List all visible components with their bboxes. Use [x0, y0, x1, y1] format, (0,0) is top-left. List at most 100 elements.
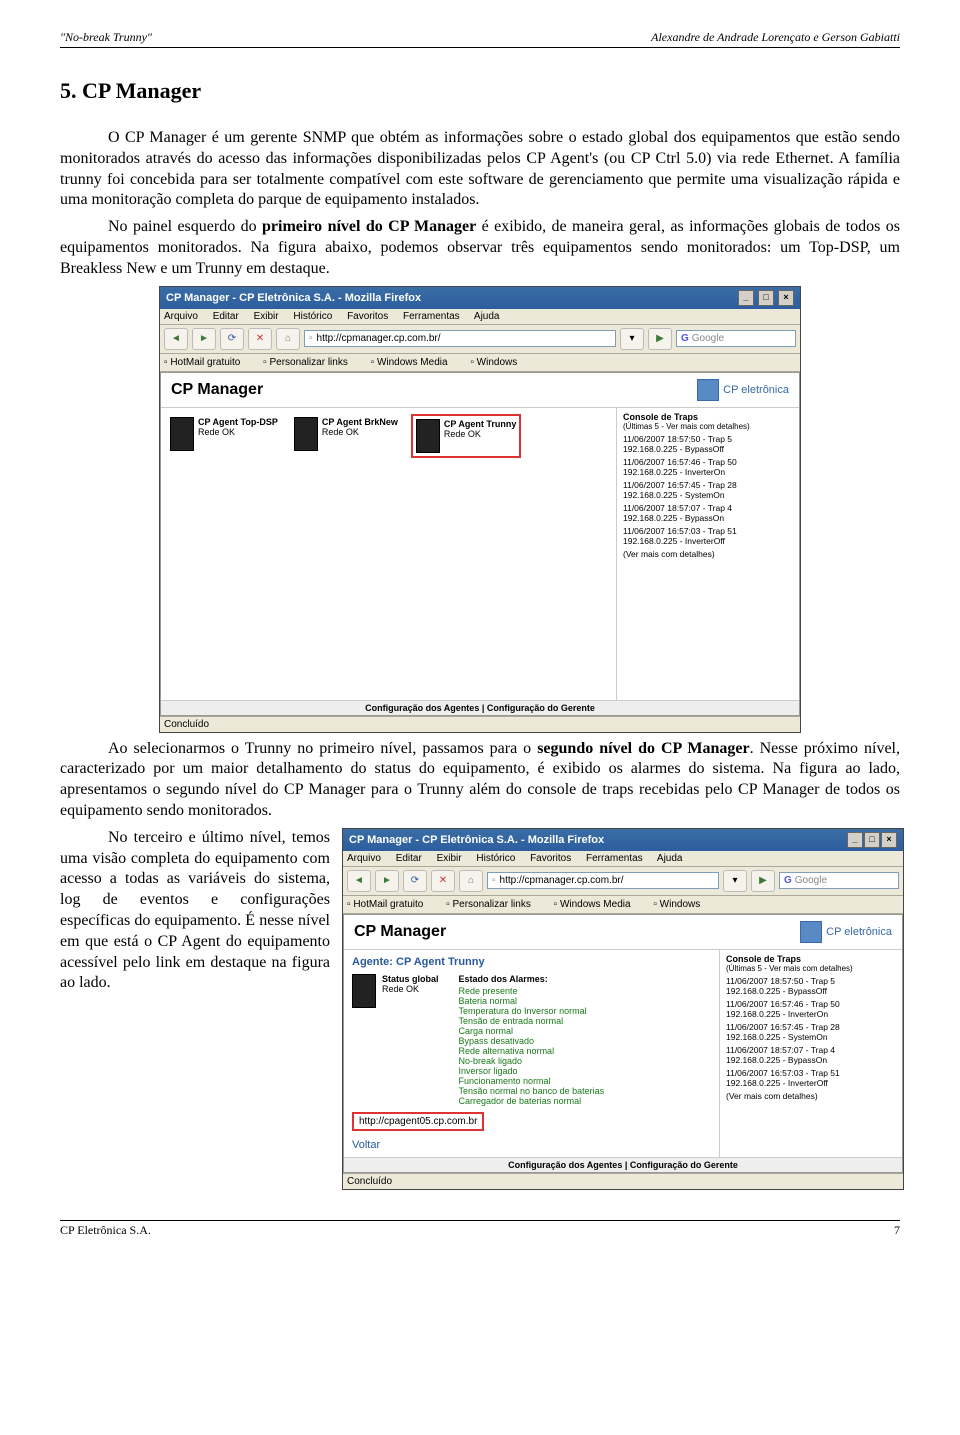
- search-input[interactable]: G Google: [676, 330, 796, 347]
- url-input[interactable]: ▫http://cpmanager.cp.com.br/: [487, 872, 719, 889]
- trap-item: 11/06/2007 16:57:46 - Trap 50192.168.0.2…: [623, 457, 793, 477]
- page-icon: ▫: [309, 333, 313, 344]
- cpmanager-logo: CP Manager: [171, 381, 263, 399]
- footer-page-number: 7: [894, 1223, 900, 1238]
- cp-eletronica-brand: CP eletrônica: [800, 921, 892, 943]
- menu-ferramentas[interactable]: Ferramentas: [586, 853, 643, 864]
- menu-editar[interactable]: Editar: [396, 853, 422, 864]
- menu-historico[interactable]: Histórico: [293, 311, 332, 322]
- alarm-item: Rede presente: [459, 986, 605, 996]
- bm-personalizar[interactable]: ▫ Personalizar links: [446, 899, 541, 910]
- close-button[interactable]: ×: [881, 832, 897, 848]
- trap-item: 11/06/2007 18:57:07 - Trap 4192.168.0.22…: [726, 1045, 896, 1065]
- cp-eletronica-brand: CP eletrônica: [697, 379, 789, 401]
- menu-historico[interactable]: Histórico: [476, 853, 515, 864]
- go-button[interactable]: ▶: [751, 870, 775, 892]
- reload-button[interactable]: ⟳: [403, 870, 427, 892]
- bm-windows[interactable]: ▫ Windows: [470, 357, 527, 368]
- config-bar[interactable]: Configuração dos Agentes | Configuração …: [344, 1157, 902, 1172]
- alarms-list: Estado dos Alarmes: Rede presente Bateri…: [459, 974, 605, 1106]
- go-button[interactable]: ▶: [648, 328, 672, 350]
- bm-hotmail[interactable]: ▫ HotMail gratuito: [347, 899, 433, 910]
- search-placeholder: Google: [692, 333, 724, 344]
- agent-link[interactable]: http://cpagent05.cp.com.br: [352, 1112, 484, 1131]
- back-button[interactable]: ◄: [164, 328, 188, 350]
- alarm-item: Funcionamento normal: [459, 1076, 605, 1086]
- url-dropdown[interactable]: ▾: [723, 870, 747, 892]
- bm-personalizar[interactable]: ▫ Personalizar links: [263, 357, 358, 368]
- header-right: Alexandre de Andrade Lorençato e Gerson …: [651, 30, 900, 45]
- bm-winmedia[interactable]: ▫ Windows Media: [554, 899, 641, 910]
- forward-button[interactable]: ►: [375, 870, 399, 892]
- header-left: "No-break Trunny": [60, 30, 152, 45]
- status-bar: Concluído: [343, 1173, 903, 1189]
- minimize-button[interactable]: _: [847, 832, 863, 848]
- paragraph-2: No painel esquerdo do primeiro nível do …: [60, 217, 900, 279]
- page-header: "No-break Trunny" Alexandre de Andrade L…: [60, 30, 900, 48]
- ups-icon: [352, 974, 376, 1008]
- window-titlebar: CP Manager - CP Eletrônica S.A. - Mozill…: [160, 287, 800, 309]
- bm-hotmail[interactable]: ▫ HotMail gratuito: [164, 357, 250, 368]
- trap-item: 11/06/2007 16:57:03 - Trap 51192.168.0.2…: [623, 526, 793, 546]
- menu-arquivo[interactable]: Arquivo: [164, 311, 198, 322]
- alarm-item: Tensão de entrada normal: [459, 1016, 605, 1026]
- voltar-link[interactable]: Voltar: [352, 1139, 711, 1151]
- bm-winmedia[interactable]: ▫ Windows Media: [371, 357, 458, 368]
- alarm-item: Inversor ligado: [459, 1066, 605, 1076]
- alarm-item: No-break ligado: [459, 1056, 605, 1066]
- menu-bar: Arquivo Editar Exibir Histórico Favorito…: [160, 309, 800, 325]
- menu-ajuda[interactable]: Ajuda: [474, 311, 500, 322]
- menu-bar: Arquivo Editar Exibir Histórico Favorito…: [343, 851, 903, 867]
- window-title: CP Manager - CP Eletrônica S.A. - Mozill…: [166, 292, 421, 304]
- stop-button[interactable]: ✕: [248, 328, 272, 350]
- paragraph-4: No terceiro e último nível, temos uma vi…: [60, 828, 330, 994]
- nav-toolbar: ◄ ► ⟳ ✕ ⌂ ▫http://cpmanager.cp.com.br/ ▾…: [343, 867, 903, 896]
- menu-ajuda[interactable]: Ajuda: [657, 853, 683, 864]
- stop-button[interactable]: ✕: [431, 870, 455, 892]
- nav-toolbar: ◄ ► ⟳ ✕ ⌂ ▫ http://cpmanager.cp.com.br/ …: [160, 325, 800, 354]
- bookmarks-bar: ▫ HotMail gratuito ▫ Personalizar links …: [343, 896, 903, 914]
- ups-icon: [294, 417, 318, 451]
- search-input[interactable]: GGoogle: [779, 872, 899, 889]
- home-button[interactable]: ⌂: [459, 870, 483, 892]
- menu-exibir[interactable]: Exibir: [254, 311, 279, 322]
- alarm-item: Bypass desativado: [459, 1036, 605, 1046]
- page-content: CP Manager CP eletrônica CP Agent Top-DS…: [160, 372, 800, 716]
- traps-more[interactable]: (Ver mais com detalhes): [623, 549, 793, 559]
- brand-icon: [697, 379, 719, 401]
- traps-console: Console de Traps (Últimas 5 - Ver mais c…: [719, 950, 902, 1157]
- agent-detail-panel: Agente: CP Agent Trunny Status globalRed…: [344, 950, 719, 1157]
- url-dropdown[interactable]: ▾: [620, 328, 644, 350]
- menu-editar[interactable]: Editar: [213, 311, 239, 322]
- alarm-item: Tensão normal no banco de baterias: [459, 1086, 605, 1096]
- alarm-item: Rede alternativa normal: [459, 1046, 605, 1056]
- menu-favoritos[interactable]: Favoritos: [347, 311, 388, 322]
- menu-ferramentas[interactable]: Ferramentas: [403, 311, 460, 322]
- agent-trunny[interactable]: CP Agent TrunnyRede OK: [411, 414, 522, 458]
- alarm-item: Temperatura do Inversor normal: [459, 1006, 605, 1016]
- maximize-button[interactable]: □: [864, 832, 880, 848]
- section-heading: 5. CP Manager: [60, 78, 900, 104]
- home-button[interactable]: ⌂: [276, 328, 300, 350]
- google-icon: G: [681, 333, 689, 344]
- agent-brknew[interactable]: CP Agent BrkNewRede OK: [291, 414, 401, 454]
- url-input[interactable]: ▫ http://cpmanager.cp.com.br/: [304, 330, 616, 347]
- agent-topdsp[interactable]: CP Agent Top-DSPRede OK: [167, 414, 281, 454]
- forward-button[interactable]: ►: [192, 328, 216, 350]
- bm-windows[interactable]: ▫ Windows: [653, 899, 710, 910]
- window-buttons: _ □ ×: [737, 290, 794, 306]
- close-button[interactable]: ×: [778, 290, 794, 306]
- maximize-button[interactable]: □: [758, 290, 774, 306]
- traps-more[interactable]: (Ver mais com detalhes): [726, 1091, 896, 1101]
- menu-exibir[interactable]: Exibir: [437, 853, 462, 864]
- reload-button[interactable]: ⟳: [220, 328, 244, 350]
- menu-favoritos[interactable]: Favoritos: [530, 853, 571, 864]
- minimize-button[interactable]: _: [738, 290, 754, 306]
- trap-item: 11/06/2007 16:57:45 - Trap 28192.168.0.2…: [726, 1022, 896, 1042]
- trap-item: 11/06/2007 16:57:46 - Trap 50192.168.0.2…: [726, 999, 896, 1019]
- screenshot-cpmanager-level1: CP Manager - CP Eletrônica S.A. - Mozill…: [159, 286, 801, 733]
- page-footer: CP Eletrônica S.A. 7: [60, 1220, 900, 1238]
- config-bar[interactable]: Configuração dos Agentes | Configuração …: [161, 700, 799, 715]
- menu-arquivo[interactable]: Arquivo: [347, 853, 381, 864]
- back-button[interactable]: ◄: [347, 870, 371, 892]
